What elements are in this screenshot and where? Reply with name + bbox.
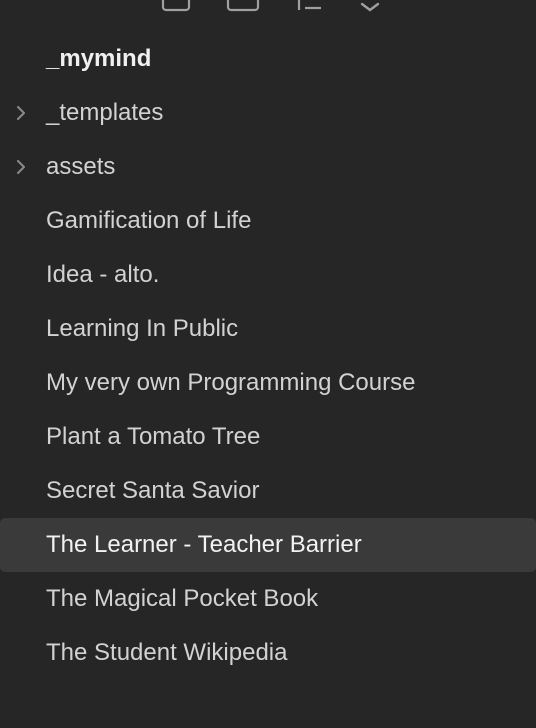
folder-label: assets xyxy=(46,153,116,180)
folder-item-templates[interactable]: _templates xyxy=(0,86,536,140)
file-item[interactable]: The Magical Pocket Book xyxy=(0,572,536,626)
collapse-icon[interactable] xyxy=(358,0,382,12)
file-label: Plant a Tomato Tree xyxy=(46,423,261,450)
file-label: The Student Wikipedia xyxy=(46,639,288,666)
new-note-icon[interactable] xyxy=(161,0,191,12)
folder-item-assets[interactable]: assets xyxy=(0,140,536,194)
file-explorer-toolbar xyxy=(0,0,536,14)
file-label: My very own Programming Course xyxy=(46,369,416,396)
file-label: Learning In Public xyxy=(46,315,239,342)
file-item[interactable]: Idea - alto. xyxy=(0,248,536,302)
new-folder-icon[interactable] xyxy=(226,0,260,12)
vault-name: _mymind xyxy=(46,45,152,72)
file-label: The Learner - Teacher Barrier xyxy=(46,531,362,558)
sort-icon[interactable] xyxy=(293,0,323,12)
file-item[interactable]: Plant a Tomato Tree xyxy=(0,410,536,464)
file-item-active[interactable]: The Learner - Teacher Barrier xyxy=(0,518,536,572)
file-tree: _mymind _templates assets Gamification o… xyxy=(0,32,536,680)
chevron-right-icon[interactable] xyxy=(14,106,28,120)
file-label: Idea - alto. xyxy=(46,261,160,288)
file-item[interactable]: Gamification of Life xyxy=(0,194,536,248)
file-label: The Magical Pocket Book xyxy=(46,585,319,612)
chevron-right-icon[interactable] xyxy=(14,160,28,174)
file-item[interactable]: Learning In Public xyxy=(0,302,536,356)
vault-root[interactable]: _mymind xyxy=(0,32,536,86)
file-item[interactable]: Secret Santa Savior xyxy=(0,464,536,518)
file-label: Gamification of Life xyxy=(46,207,252,234)
file-label: Secret Santa Savior xyxy=(46,477,260,504)
file-item[interactable]: My very own Programming Course xyxy=(0,356,536,410)
file-item[interactable]: The Student Wikipedia xyxy=(0,626,536,680)
folder-label: _templates xyxy=(46,99,164,126)
